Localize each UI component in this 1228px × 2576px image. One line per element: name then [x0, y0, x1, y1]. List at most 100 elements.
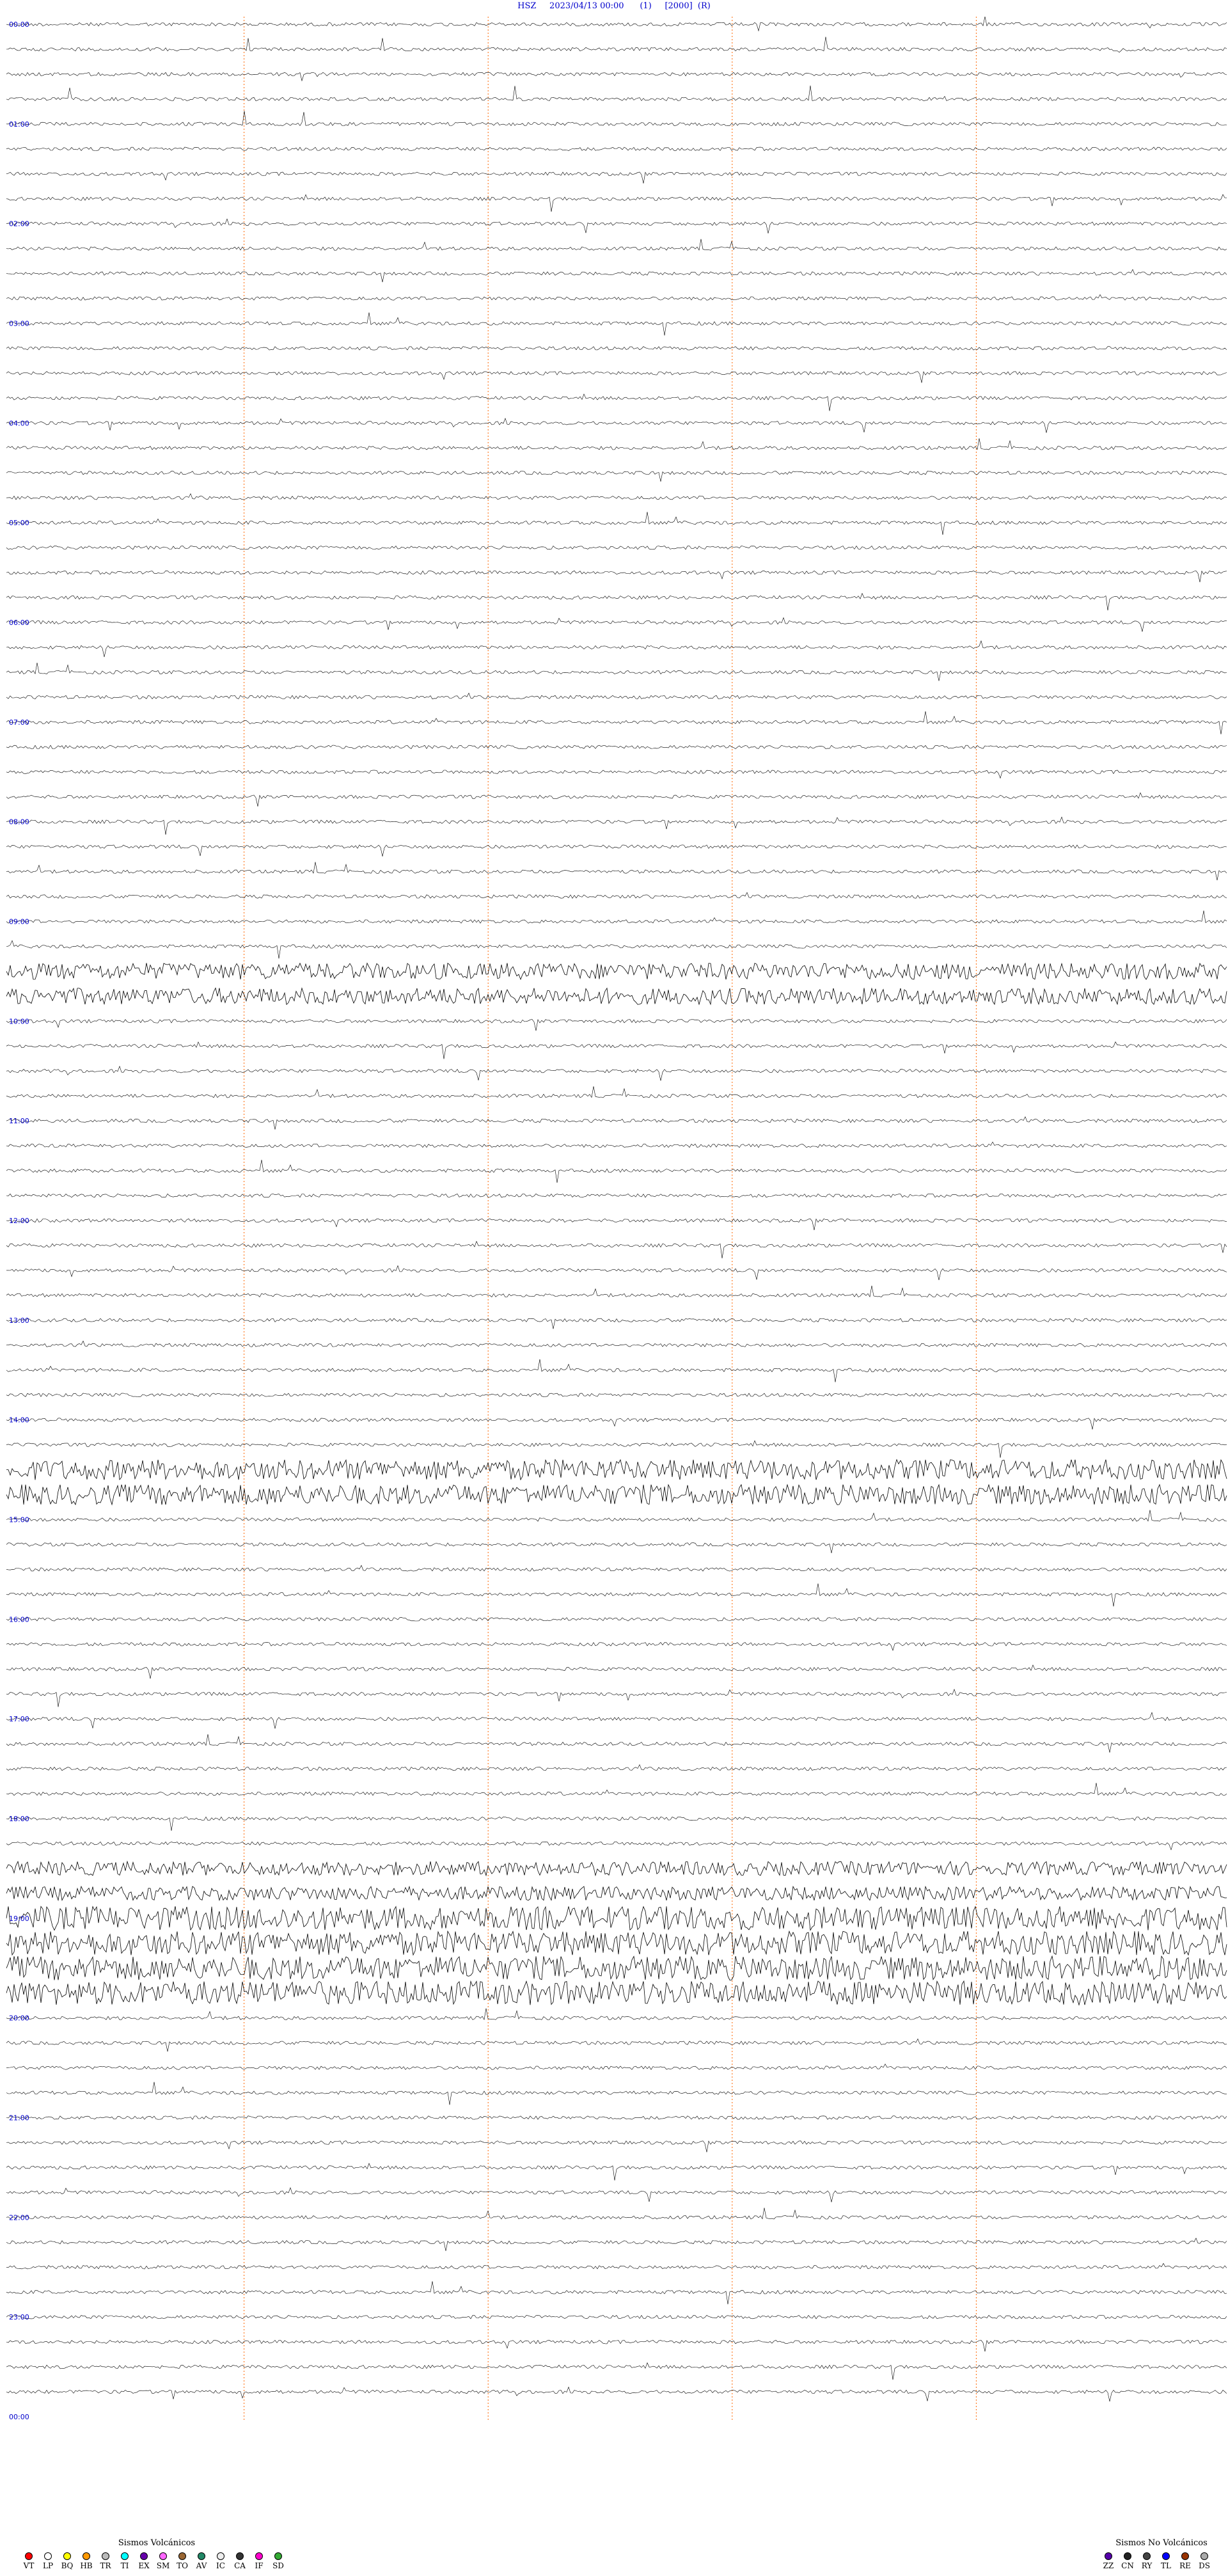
legend-volcanic-ti-label: TI [120, 2561, 129, 2570]
seismic-trace-line [6, 745, 1227, 750]
hour-label: 05:00 [9, 519, 29, 527]
seismic-trace-line [6, 1285, 1227, 1298]
helicorder-chart: 00:00 01:00 02:00 03:00 04:00 05:00 06:00 07:00… [6, 17, 1227, 2422]
seismic-trace-line [6, 1116, 1227, 1130]
legend-non-volcanic-ds: DS [1195, 2552, 1214, 2570]
seismic-trace-line [6, 2063, 1227, 2070]
legend-non-volcanic-ry-dot [1143, 2552, 1151, 2560]
seismic-trace-line [6, 1393, 1227, 1397]
seismic-trace-line [6, 1440, 1227, 1458]
seismic-trace-line [6, 1565, 1227, 1572]
seismic-trace-line [6, 1783, 1227, 1796]
seismic-trace-line [6, 2314, 1227, 2319]
seismic-trace-line [6, 36, 1227, 53]
legend-volcanic-to-dot [178, 2552, 186, 2560]
seismic-trace-line [6, 1816, 1227, 1831]
seismic-trace-line [6, 1841, 1227, 1851]
legend-volcanic-lp-dot [44, 2552, 52, 2560]
legend-volcanic-av: AV [192, 2552, 211, 2570]
seismic-trace-line [6, 1318, 1227, 1329]
legend-volcanic-if: IF [249, 2552, 269, 2570]
hour-label: 22:00 [9, 2213, 29, 2222]
seismic-trace-line [6, 844, 1227, 857]
seismic-trace-line [6, 294, 1227, 301]
seismic-trace-line [6, 662, 1227, 681]
seismic-trace-line [6, 1617, 1227, 1622]
helicorder-plot: 00:00 01:00 02:00 03:00 04:00 05:00 06:00 07:00… [0, 17, 1228, 2422]
seismic-trace-line [6, 1689, 1227, 1707]
seismic-trace-line [6, 2038, 1227, 2052]
legend-non-volcanic: Sismos No Volcánicos ZZ CN RY TL RE DS [1099, 2538, 1224, 2570]
hour-label: 00:00 [9, 20, 29, 29]
legend-volcanic-ic: IC [211, 2552, 230, 2570]
seismic-trace-line [6, 2115, 1227, 2120]
legend-volcanic-sd-dot [274, 2552, 282, 2560]
legend-volcanic-ti: TI [115, 2552, 134, 2570]
helicorder-title: HSZ 2023/04/13 00:00 (1) [2000] (R) [517, 1, 711, 11]
legend-volcanic-bq: BQ [58, 2552, 77, 2570]
seismic-trace-line [6, 640, 1227, 658]
legend-volcanic-sm-label: SM [156, 2561, 170, 2570]
seismic-trace-line [6, 2140, 1227, 2153]
seismic-trace-line [6, 962, 1227, 981]
seismic-trace-line [6, 1041, 1227, 1059]
seismic-trace-line [6, 617, 1227, 632]
legend-volcanic-vt: VT [19, 2552, 38, 2570]
legend-volcanic-hb-label: HB [80, 2561, 93, 2570]
seismic-trace-line [6, 940, 1227, 959]
hour-label: 06:00 [9, 619, 29, 627]
seismic-trace-line [6, 1542, 1227, 1554]
legend-non-volcanic-re: RE [1176, 2552, 1195, 2570]
seismic-trace-line [6, 1955, 1227, 1980]
seismic-trace-line [6, 711, 1227, 734]
seismic-trace-line [6, 770, 1227, 779]
hour-label: 02:00 [9, 220, 29, 228]
seismic-trace-line [6, 1359, 1227, 1382]
legend-non-volcanic-re-label: RE [1179, 2561, 1191, 2570]
seismic-trace-line [6, 512, 1227, 535]
hour-label: 18:00 [9, 1815, 29, 1823]
hour-label: 11:00 [9, 1117, 29, 1125]
seismic-trace-line [6, 1019, 1227, 1031]
seismic-trace-line [6, 2386, 1227, 2402]
seismic-trace-line [6, 1160, 1227, 1183]
seismic-trace-line [6, 816, 1227, 835]
legend-volcanic-sd: SD [269, 2552, 288, 2570]
seismic-trace-line [6, 85, 1227, 102]
seismic-trace-line [6, 346, 1227, 351]
seismic-trace-line [6, 2187, 1227, 2202]
seismic-trace-line [6, 1240, 1227, 1259]
legend-volcanic-tr: TR [96, 2552, 115, 2570]
seismic-trace-line [6, 545, 1227, 550]
legend-non-volcanic-tl: TL [1156, 2552, 1176, 2570]
hour-label: 12:00 [9, 1217, 29, 1225]
seismic-trace-line [6, 1734, 1227, 1753]
legend-volcanic-ca: CA [230, 2552, 249, 2570]
seismic-trace-line [6, 1885, 1227, 1902]
seismic-trace-line [6, 2008, 1227, 2020]
seismic-trace-line [6, 2263, 1227, 2270]
seismic-trace-line [6, 218, 1227, 233]
legend-non-volcanic-cn-label: CN [1121, 2561, 1134, 2570]
legend-non-volcanic-tl-dot [1162, 2552, 1170, 2560]
hour-label: 15:00 [9, 1516, 29, 1524]
legend-non-volcanic-zz: ZZ [1099, 2552, 1118, 2570]
seismic-trace-line [6, 194, 1227, 212]
seismic-trace-line [6, 1906, 1227, 1931]
seismic-trace-line [6, 438, 1227, 450]
legend-volcanic-sd-label: SD [272, 2561, 284, 2570]
seismic-trace-line [6, 2362, 1227, 2380]
legend-volcanic-vt-label: VT [23, 2561, 35, 2570]
hour-label: 14:00 [9, 1416, 29, 1425]
seismic-trace-line [6, 111, 1227, 127]
legend-volcanic-ex-dot [140, 2552, 148, 2560]
legend-volcanic-ex: EX [134, 2552, 154, 2570]
hour-label: 09:00 [9, 918, 29, 926]
hour-label: 07:00 [9, 718, 29, 727]
legend-volcanic-ex-label: EX [138, 2561, 150, 2570]
seismic-trace-line [6, 910, 1227, 924]
legend-volcanic-if-dot [255, 2552, 263, 2560]
seismic-trace-line [6, 792, 1227, 807]
legend-volcanic-ca-label: CA [234, 2561, 246, 2570]
seismic-trace-line [6, 1664, 1227, 1679]
